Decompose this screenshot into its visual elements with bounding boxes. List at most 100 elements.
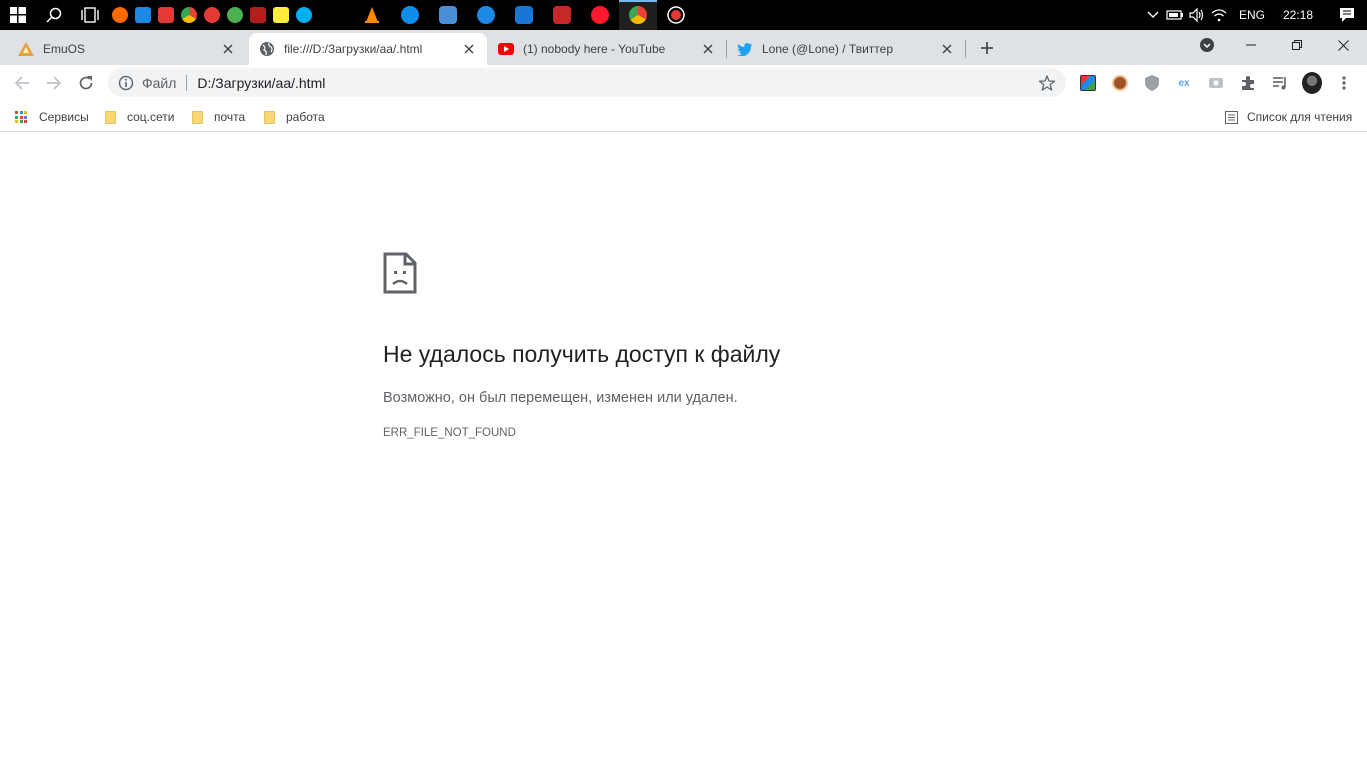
tab-emuos[interactable]: EmuOS [8,33,246,65]
error-description: Возможно, он был перемещен, изменен или … [383,390,738,406]
bookmark-folder-work[interactable]: работа [264,107,325,127]
reading-list-button[interactable]: Список для чтения [1225,107,1352,127]
taskbar-chrome[interactable] [619,0,657,30]
opera-icon [591,6,609,24]
bookmark-folder-social[interactable]: соц.сети [105,107,175,127]
tab-youtube[interactable]: (1) nobody here - YouTube [488,33,726,65]
forward-button[interactable] [42,71,66,95]
arrow-app-icon [157,7,174,23]
tray-battery-button[interactable] [1164,0,1186,30]
taskbar-search-button[interactable] [36,0,72,30]
avatar [1302,72,1322,94]
brave-icon [203,7,220,23]
close-icon [464,44,474,54]
tab-close-button[interactable] [700,41,716,57]
taskbar-vlc[interactable] [353,0,391,30]
recorder-icon [667,6,685,24]
taskbar-app-2[interactable] [131,0,154,30]
extension-1[interactable] [1078,73,1098,93]
error-code: ERR_FILE_NOT_FOUND [383,427,516,439]
taskbar-app-1[interactable] [108,0,131,30]
reading-list-label: Список для чтения [1247,110,1353,124]
tray-wifi-button[interactable] [1208,0,1230,30]
page-content: Не удалось получить доступ к файлу Возмо… [0,133,1367,776]
taskbar-quick-assist[interactable] [467,0,505,30]
taskbar-app-4[interactable] [177,0,200,30]
tab-twitter[interactable]: Lone (@Lone) / Твиттер [727,33,965,65]
media-controls-button[interactable] [1270,73,1290,93]
quick-assist-icon [477,6,495,24]
skype-icon [295,7,312,23]
extension-monkey-icon [1112,75,1128,91]
tab-close-button[interactable] [461,41,477,57]
taskbar-app-3[interactable] [154,0,177,30]
taskbar-teamviewer[interactable] [391,0,429,30]
task-view-icon [81,7,99,23]
browser-toolbar: Файл D:/Загрузки/aa/.html ex [0,65,1367,101]
taskbar-app-6[interactable] [223,0,246,30]
tab-search-button[interactable] [1184,30,1230,60]
battery-icon [1166,10,1183,20]
tray-volume-button[interactable] [1186,0,1208,30]
address-bar[interactable]: Файл D:/Загрузки/aa/.html [108,68,1066,97]
close-window-button[interactable] [1320,30,1366,60]
task-view-button[interactable] [72,0,108,30]
taskbar-app-5[interactable] [200,0,223,30]
new-tab-button[interactable] [976,37,998,59]
tray-overflow-button[interactable] [1142,0,1164,30]
bookmark-folder-mail[interactable]: почта [192,107,245,127]
chrome-app-icon [180,7,197,23]
taskbar-remote-desktop[interactable] [429,0,467,30]
minimize-button[interactable] [1228,30,1274,60]
red-app-icon [249,7,266,23]
back-button[interactable] [10,71,34,95]
extension-3[interactable] [1142,73,1162,93]
sad-file-icon [383,252,417,294]
clock[interactable]: 22:18 [1274,8,1327,22]
tab-close-button[interactable] [220,41,236,57]
save-disk-icon [134,7,151,23]
taskbar-recorder[interactable] [657,0,695,30]
language-indicator[interactable]: ENG [1230,8,1274,22]
taskbar-download-manager[interactable] [543,0,581,30]
profile-button[interactable] [1302,72,1322,94]
extension-5[interactable] [1206,73,1226,93]
bookmark-label: работа [286,110,325,124]
vlc-icon [365,7,379,23]
action-center-button[interactable] [1327,0,1367,30]
puzzle-icon [1242,76,1254,90]
chrome-menu-button[interactable] [1334,73,1354,93]
folder-icon [105,110,116,124]
bookmark-label: почта [214,110,246,124]
star-icon [1039,74,1055,91]
tab-close-button[interactable] [939,41,955,57]
chrome-icon [629,6,647,24]
extensions-menu-button[interactable] [1238,73,1258,93]
url-text[interactable]: D:/Загрузки/aa/.html [197,75,325,91]
reload-button[interactable] [74,71,98,95]
extension-text-icon: ex [1178,77,1190,89]
bookmark-star-button[interactable] [1038,74,1056,92]
folder-icon [264,110,275,124]
tab-local-file[interactable]: file:///D:/Загрузки/aa/.html [249,33,487,65]
twitter-icon [737,41,753,57]
maps-icon [515,6,533,24]
taskbar-app-8[interactable] [269,0,292,30]
start-button[interactable] [0,0,36,30]
chevron-up-icon [1147,11,1159,18]
info-icon[interactable] [118,75,134,91]
bookmarks-bar: Сервисы соц.сети почта работа Список для… [0,101,1367,132]
tab-search-icon [1200,38,1214,52]
taskbar-app-9[interactable] [292,0,315,30]
taskbar-maps[interactable] [505,0,543,30]
tab-title: EmuOS [43,42,86,56]
extension-picture-icon [1080,75,1096,91]
bookmark-apps[interactable]: Сервисы [15,107,89,127]
extension-2[interactable] [1110,73,1130,93]
search-icon [46,7,62,23]
taskbar-opera[interactable] [581,0,619,30]
taskbar-app-7[interactable] [246,0,269,30]
restore-icon [1292,40,1302,50]
restore-button[interactable] [1274,30,1320,60]
extension-4[interactable]: ex [1174,73,1194,93]
